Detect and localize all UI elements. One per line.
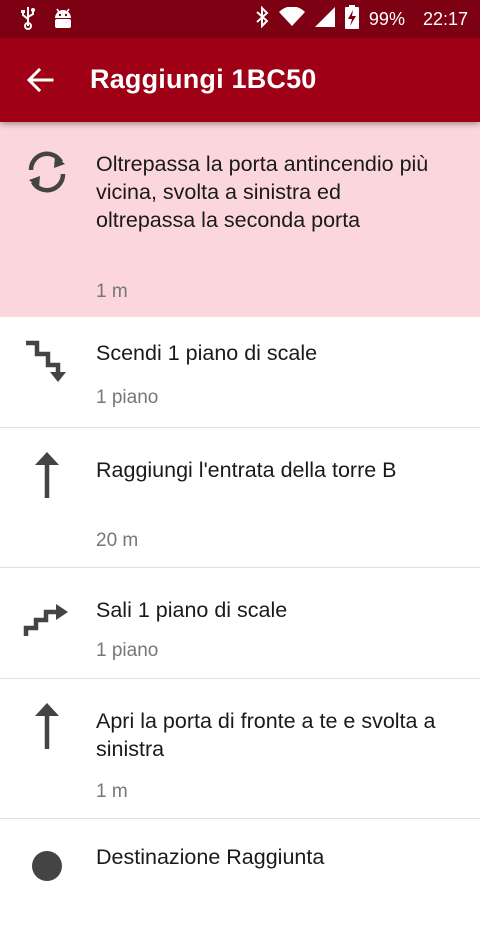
- step-distance: 1 m: [96, 281, 128, 302]
- list-item[interactable]: Scendi 1 piano di scale 1 piano: [0, 317, 480, 428]
- step-text: Scendi 1 piano di scale: [96, 341, 318, 365]
- arrow-up-icon: [22, 701, 72, 751]
- usb-icon: [20, 6, 36, 35]
- bluetooth-icon: [255, 5, 269, 33]
- wifi-icon: [278, 5, 305, 32]
- list-item[interactable]: Apri la porta di fronte a te e svolta a …: [0, 679, 480, 819]
- arrow-up-icon: [22, 450, 72, 500]
- refresh-icon: [22, 146, 72, 196]
- app-bar: Raggiungi 1BC50: [0, 38, 480, 122]
- step-distance: 20 m: [96, 530, 139, 551]
- list-item[interactable]: Sali 1 piano di scale 1 piano: [0, 568, 480, 679]
- step-distance: 1 piano: [96, 387, 159, 408]
- battery-percent: 99%: [368, 8, 405, 29]
- stairs-up-icon: [22, 594, 72, 644]
- list-item[interactable]: Raggiungi l'entrata della torre B 20 m: [0, 428, 480, 568]
- step-text: Apri la porta di fronte a te e svolta a …: [96, 709, 436, 761]
- step-text: Sali 1 piano di scale: [96, 598, 288, 622]
- list-item[interactable]: Oltrepassa la porta antincendio più vici…: [0, 122, 480, 317]
- android-icon: [52, 6, 74, 35]
- signal-icon: [314, 6, 335, 32]
- destination-icon: [22, 841, 72, 891]
- clock: 22:17: [422, 8, 468, 29]
- status-bar: 99% 22:17: [0, 0, 480, 38]
- step-text: Destinazione Raggiunta: [96, 845, 325, 869]
- step-text: Oltrepassa la porta antincendio più vici…: [96, 152, 429, 232]
- directions-list: Oltrepassa la porta antincendio più vici…: [0, 122, 480, 929]
- page-title: Raggiungi 1BC50: [90, 64, 317, 94]
- step-distance: 1 m: [96, 781, 128, 802]
- step-text: Raggiungi l'entrata della torre B: [96, 458, 397, 482]
- stairs-down-icon: [22, 335, 72, 385]
- battery-charging-icon: [344, 4, 359, 34]
- arrow-back-icon[interactable]: [24, 64, 56, 96]
- list-item[interactable]: Destinazione Raggiunta: [0, 819, 480, 929]
- step-distance: 1 piano: [96, 640, 159, 661]
